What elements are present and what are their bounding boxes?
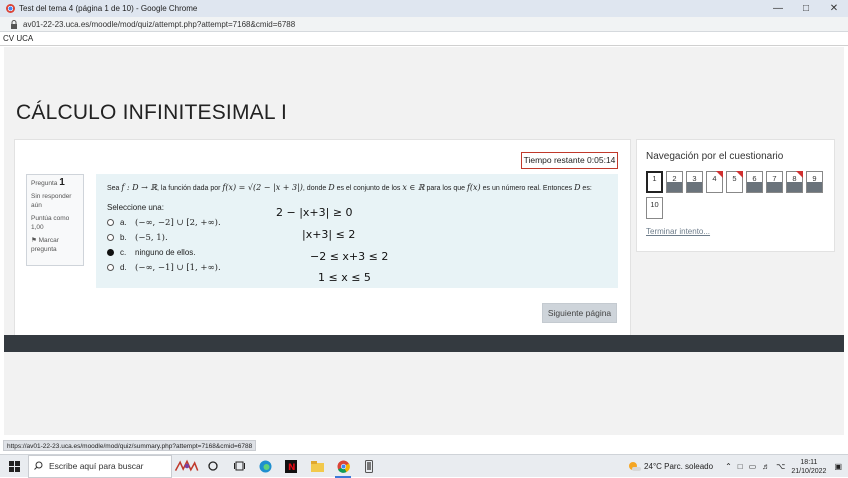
question-nav-button-6[interactable]: 6 (746, 171, 763, 193)
clock-time: 18:11 (800, 458, 818, 466)
handwriting-line: −2 ≤ x+3 ≤ 2 (310, 250, 388, 263)
browser-titlebar: Test del tema 4 (página 1 de 10) - Googl… (0, 0, 848, 17)
weather-icon[interactable] (627, 460, 642, 474)
answered-indicator (787, 182, 802, 192)
question-nav-button-3[interactable]: 3 (686, 171, 703, 193)
navigation-title: Navegación por el cuestionario (646, 151, 784, 162)
chrome-taskbar-icon[interactable] (330, 455, 356, 478)
answer-letter: d. (120, 263, 127, 272)
question-nav-button-9[interactable]: 9 (806, 171, 823, 193)
status-bar-url: https://av01-22-23.uca.es/moodle/mod/qui… (3, 440, 257, 451)
lock-icon (9, 19, 19, 29)
netflix-icon[interactable]: N (278, 455, 304, 478)
clock[interactable]: 18:11 21/10/2022 (791, 458, 826, 476)
question-card: Tiempo restante 0:05:14 Pregunta 1 Sin r… (14, 139, 631, 337)
page-footer (4, 335, 844, 352)
question-nav-button-2[interactable]: 2 (666, 171, 683, 193)
page-area: CÁLCULO INFINITESIMAL I Tiempo restante … (4, 47, 844, 435)
question-nav-number: 1 (652, 174, 657, 183)
file-explorer-icon[interactable] (304, 455, 330, 478)
answer-text: (−∞, −1] ∪ [1, +∞). (135, 262, 221, 273)
flag-icon (736, 171, 743, 178)
question-nav-button-8[interactable]: 8 (786, 171, 803, 193)
question-status: Sin responder aún (31, 193, 72, 209)
volume-icon[interactable]: ♬ (762, 462, 770, 471)
handwriting-line: 1 ≤ x ≤ 5 (318, 271, 371, 284)
url-text[interactable]: av01-22-23.uca.es/moodle/mod/quiz/attemp… (23, 20, 295, 29)
minimize-icon[interactable]: — (764, 0, 792, 17)
flag-icon (796, 171, 803, 178)
cortana-icon[interactable] (200, 455, 226, 478)
maximize-icon[interactable]: □ (792, 0, 820, 17)
answered-indicator (767, 182, 782, 192)
answer-letter: c. (120, 248, 127, 257)
handwriting-line: 2 − |x+3| ≥ 0 (276, 206, 353, 219)
question-number: 1 (59, 177, 65, 188)
question-nav-number: 10 (650, 200, 659, 209)
question-text: Sea f : D → ℝ, la función dada por f(x) … (107, 183, 592, 192)
question-nav-button-10[interactable]: 10 (646, 197, 663, 219)
question-label: Pregunta (31, 180, 58, 187)
window-title: Test del tema 4 (página 1 de 10) - Googl… (19, 4, 198, 13)
score-value: 1,00 (31, 224, 44, 231)
answer-letter: a. (120, 218, 127, 227)
system-tray: 24°C Parc. soleado ⌃ □ ▭ ♬ ⌥ 18:11 21/10… (627, 455, 848, 478)
taskbar-apps: N (174, 455, 382, 478)
timer-box: Tiempo restante 0:05:14 (521, 152, 618, 169)
answered-indicator (747, 182, 762, 192)
site-header: CV UCA (0, 32, 848, 46)
search-highlight-icon[interactable] (174, 455, 200, 478)
search-placeholder: Escribe aquí para buscar (49, 461, 144, 471)
question-nav-button-1[interactable]: 1 (646, 171, 663, 193)
answer-letter: b. (120, 233, 127, 242)
search-icon (34, 461, 43, 472)
radio-a[interactable] (107, 219, 114, 226)
flag-icon (716, 171, 723, 178)
answered-indicator (667, 182, 682, 192)
radio-c[interactable] (107, 249, 114, 256)
score-label: Puntúa como (31, 215, 70, 222)
next-page-button[interactable]: Siguiente página (542, 303, 617, 323)
finish-attempt-link[interactable]: Terminar intento... (646, 227, 710, 236)
flag-icon: ⚑ (31, 237, 37, 244)
page-title: CÁLCULO INFINITESIMAL I (16, 101, 288, 124)
network-icon[interactable]: □ (738, 462, 743, 471)
question-nav-button-7[interactable]: 7 (766, 171, 783, 193)
clock-date: 21/10/2022 (791, 467, 827, 475)
taskbar: Escribe aquí para buscar N 24°C Parc. so… (0, 454, 848, 478)
quiz-navigation: Navegación por el cuestionario 123456789… (636, 139, 835, 252)
question-info: Pregunta 1 Sin responder aún Puntúa como… (26, 174, 84, 266)
answered-indicator (687, 182, 702, 192)
flag-question-link[interactable]: ⚑ Marcar pregunta (31, 236, 79, 254)
notifications-icon[interactable]: ▣ (834, 462, 842, 471)
taskbar-search[interactable]: Escribe aquí para buscar (28, 454, 172, 478)
phone-link-icon[interactable] (356, 455, 382, 478)
question-nav-button-4[interactable]: 4 (706, 171, 723, 193)
answer-text: ninguno de ellos. (135, 248, 196, 257)
windows-start-icon[interactable] (0, 455, 28, 478)
answer-text: (−∞, −2] ∪ [2, +∞). (135, 217, 221, 228)
language-icon[interactable]: ⌥ (776, 462, 785, 471)
battery-icon[interactable]: ▭ (749, 462, 757, 471)
radio-d[interactable] (107, 264, 114, 271)
handwritten-annotation: 2 − |x+3| ≥ 0 |x+3| ≤ 2 −2 ≤ x+3 ≤ 2 1 ≤… (276, 206, 388, 284)
edge-icon[interactable] (252, 455, 278, 478)
svg-text:N: N (288, 463, 296, 473)
weather-text[interactable]: 24°C Parc. soleado (644, 462, 713, 471)
radio-b[interactable] (107, 234, 114, 241)
site-name[interactable]: CV UCA (3, 34, 33, 43)
question-nav-button-5[interactable]: 5 (726, 171, 743, 193)
handwriting-line: |x+3| ≤ 2 (302, 228, 355, 241)
task-view-icon[interactable] (226, 455, 252, 478)
answered-indicator (807, 182, 822, 192)
question-content: Sea f : D → ℝ, la función dada por f(x) … (96, 174, 618, 288)
answer-text: (−5, 1). (135, 232, 168, 243)
address-bar[interactable]: av01-22-23.uca.es/moodle/mod/quiz/attemp… (0, 17, 848, 32)
close-icon[interactable]: ✕ (820, 0, 848, 17)
window-controls: — □ ✕ (764, 0, 848, 17)
chrome-icon (6, 4, 15, 13)
chevron-up-icon[interactable]: ⌃ (725, 462, 732, 471)
